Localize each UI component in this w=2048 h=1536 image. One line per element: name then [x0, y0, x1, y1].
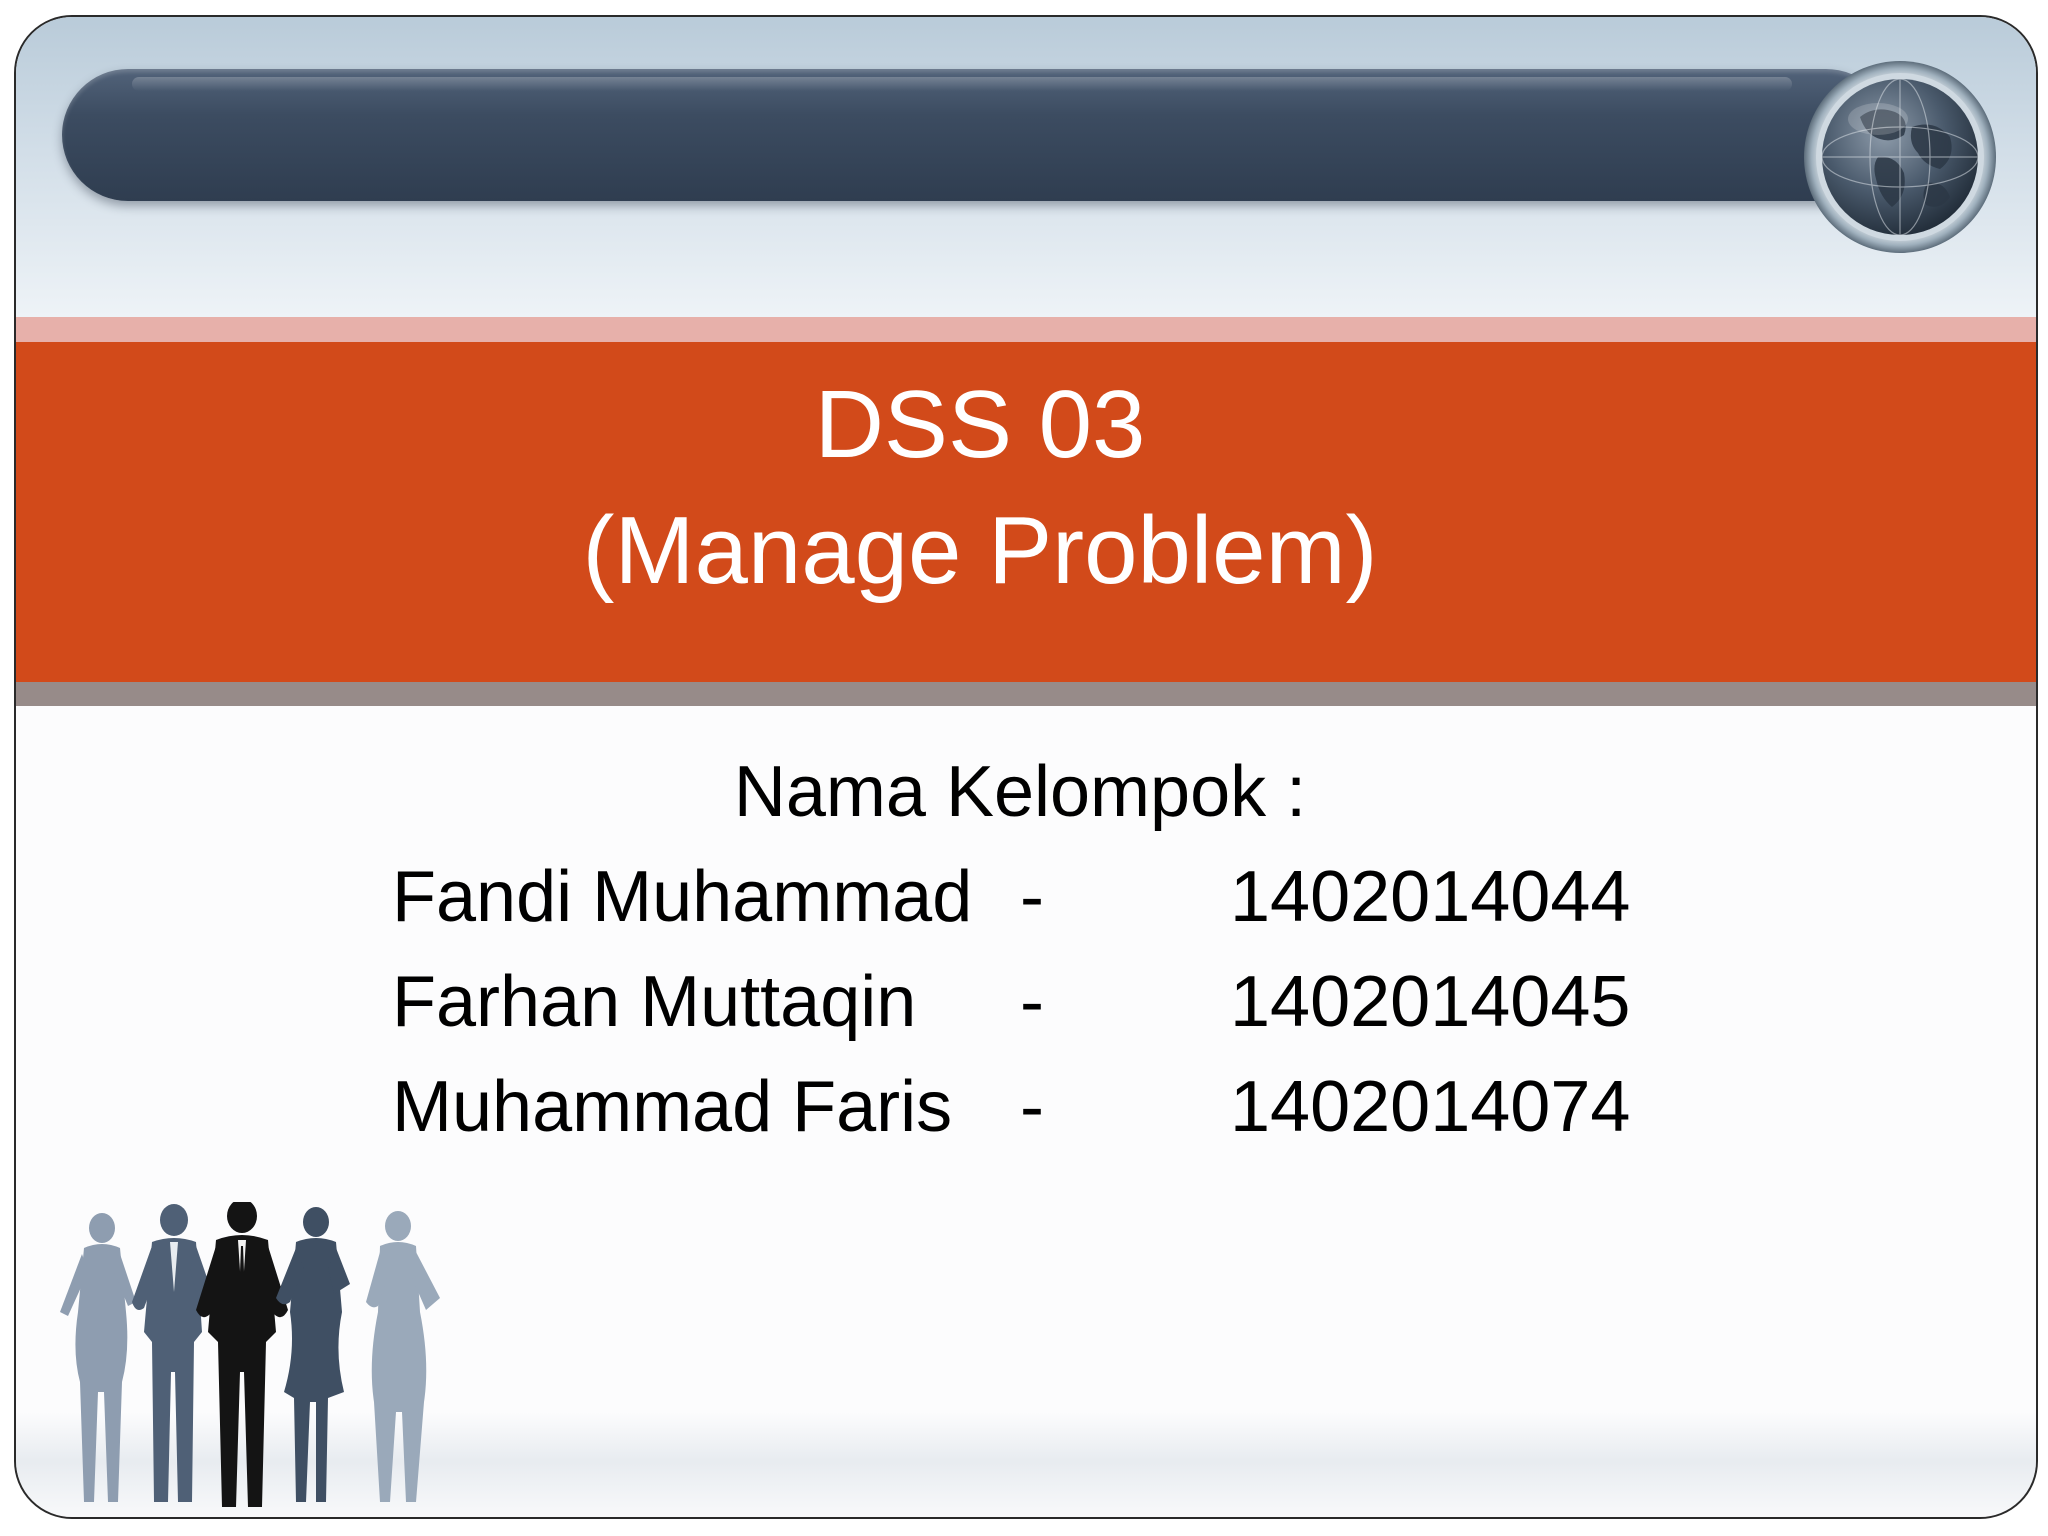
slide-title: DSS 03 (Manage Problem) — [16, 362, 1944, 614]
header-bar-highlight — [132, 77, 1792, 91]
pink-accent-strip — [16, 317, 2036, 342]
member-name: Fandi Muhammad — [392, 857, 973, 937]
member-row: Muhammad Faris - 1402014074 — [392, 1057, 1692, 1157]
member-row: Fandi Muhammad - 1402014044 — [392, 847, 1692, 947]
member-separator: - — [1020, 1067, 1044, 1147]
member-nim: 1402014044 — [1230, 857, 1631, 937]
member-separator: - — [1020, 962, 1044, 1042]
member-name: Muhammad Faris — [392, 1067, 953, 1147]
business-people-silhouettes — [44, 1199, 504, 1517]
silhouette-person-1 — [60, 1213, 136, 1502]
header-bar — [62, 69, 1892, 201]
member-nim: 1402014074 — [1230, 1067, 1631, 1147]
silhouette-person-4 — [276, 1207, 350, 1502]
slide: DSS 03 (Manage Problem) Nama Kelompok : … — [14, 15, 2038, 1519]
silhouette-person-5 — [366, 1211, 440, 1502]
silhouette-person-2 — [132, 1204, 212, 1502]
globe-icon — [1800, 57, 2000, 257]
member-row: Farhan Muttaqin - 1402014045 — [392, 952, 1692, 1052]
group-heading: Nama Kelompok : — [733, 752, 1307, 832]
title-line-2: (Manage Problem) — [582, 497, 1378, 604]
member-nim: 1402014045 — [1230, 962, 1631, 1042]
gray-accent-strip — [16, 682, 2036, 706]
member-separator: - — [1020, 857, 1044, 937]
member-name: Farhan Muttaqin — [392, 962, 917, 1042]
silhouette-person-3 — [196, 1199, 288, 1507]
title-line-1: DSS 03 — [814, 371, 1146, 478]
